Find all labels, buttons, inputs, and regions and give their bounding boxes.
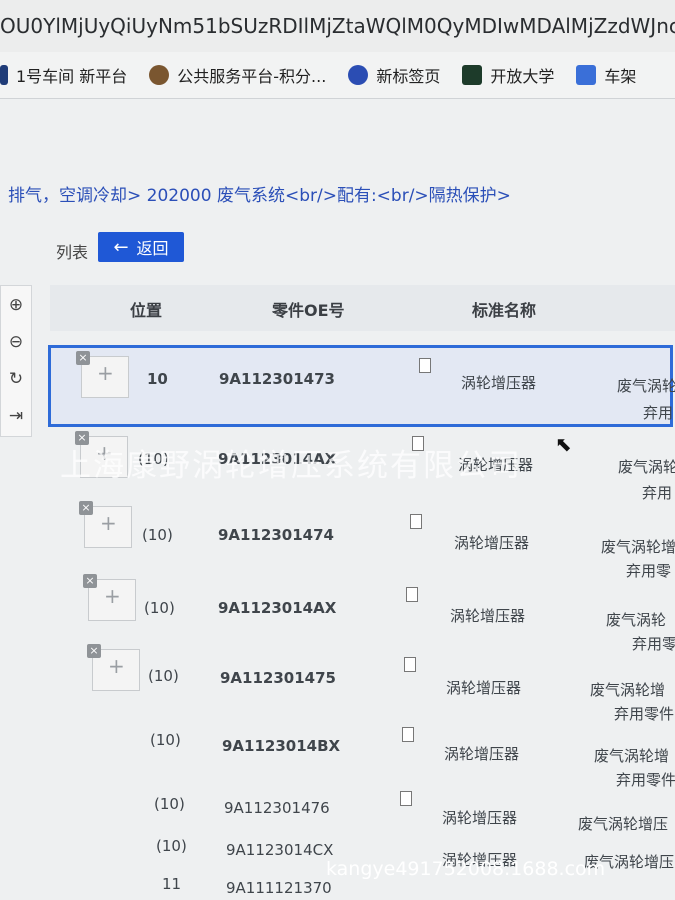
cell-name: 涡轮增压器: [446, 679, 522, 697]
cell-position: (10): [144, 599, 175, 617]
cell-extra2: 弃用: [642, 484, 673, 502]
cell-position: 10: [147, 370, 168, 388]
cell-oe[interactable]: 9A112301475: [220, 669, 336, 687]
expand-icon[interactable]: ⇥: [1, 397, 31, 434]
cell-extra: 废气涡轮: [606, 611, 667, 629]
document-icon[interactable]: [400, 791, 412, 806]
thumbnail-placeholder[interactable]: × +: [79, 501, 132, 548]
bookmark-2[interactable]: 公共服务平台-积分...: [149, 63, 326, 87]
close-icon[interactable]: ×: [76, 351, 90, 365]
breadcrumb[interactable]: 排气，空调冷却> 202000 废气系统<br/>配有:<br/>隔热保护>: [8, 181, 511, 206]
zoom-toolbar: ⊕ ⊖ ↻ ⇥: [0, 285, 32, 437]
address-bar[interactable]: OU0YlMjUyQiUyNm51bSUzRDIlMjZtaWQlM0QyMDI…: [0, 0, 675, 53]
bookmark-3[interactable]: 新标签页: [348, 63, 440, 87]
close-icon[interactable]: ×: [87, 644, 101, 658]
bookmark-icon: [0, 65, 8, 85]
table-row[interactable]: × + (10) 9A1123014AX 涡轮增压器 废气涡轮 弃用零: [50, 574, 675, 653]
table-row[interactable]: × + 10 9A112301473 涡轮增压器 废气涡轮 弃用: [48, 345, 675, 427]
document-icon[interactable]: [419, 358, 431, 373]
cell-name: 涡轮增压器: [461, 374, 537, 392]
cell-extra: 废气涡轮增压: [578, 815, 669, 833]
plus-icon: +: [104, 584, 121, 608]
cell-name: 涡轮增压器: [450, 607, 526, 625]
cell-extra: 废气涡轮增: [590, 681, 666, 699]
zoom-in-icon[interactable]: ⊕: [1, 286, 31, 323]
cell-position: (10): [148, 667, 179, 685]
gear-icon: [348, 65, 369, 85]
thumbnail-placeholder[interactable]: × +: [87, 644, 140, 691]
cell-extra: 废气涡轮: [618, 458, 675, 476]
cell-name: 涡轮增压器: [442, 809, 518, 827]
company-watermark: 上海康野涡轮增压系统有限公司: [60, 448, 522, 484]
cell-name: 涡轮增压器: [454, 534, 530, 552]
table-row[interactable]: × + (10) 9A112301474 涡轮增压器 废气涡轮增 弃用零: [50, 501, 675, 580]
table-row[interactable]: (10) 9A112301476 涡轮增压器 废气涡轮增压: [50, 787, 675, 833]
bookmarks-bar: 1号车间 新平台 公共服务平台-积分... 新标签页 开放大学 车架: [0, 52, 675, 99]
university-icon: [462, 65, 483, 85]
col-standard-name[interactable]: 标准名称: [472, 297, 536, 321]
cell-oe[interactable]: 9A111121370: [226, 879, 332, 897]
list-label: 列表: [56, 243, 89, 262]
cell-position: (10): [156, 837, 187, 855]
close-icon[interactable]: ×: [79, 501, 93, 515]
cell-position: 11: [162, 875, 182, 893]
col-position[interactable]: 位置: [130, 297, 162, 321]
cell-position: (10): [154, 795, 185, 813]
table-row[interactable]: × + (10) 9A112301475 涡轮增压器 废气涡轮增 弃用零件: [50, 644, 675, 723]
bookmark-5[interactable]: 车架: [576, 63, 636, 87]
table-header: 位置 零件OE号 标准名称: [50, 285, 675, 331]
document-icon[interactable]: [410, 514, 422, 529]
app-icon: [576, 65, 597, 85]
cell-oe[interactable]: 9A112301474: [218, 526, 334, 544]
back-label: 返回: [136, 239, 169, 258]
document-icon[interactable]: [404, 657, 416, 672]
document-icon[interactable]: [402, 727, 414, 742]
plus-icon: +: [100, 511, 117, 535]
zoom-out-icon[interactable]: ⊖: [1, 323, 31, 360]
page-content: 排气，空调冷却> 202000 废气系统<br/>配有:<br/>隔热保护> 列…: [0, 99, 675, 900]
arrow-left-icon: ←: [113, 236, 129, 258]
bookmark-1[interactable]: 1号车间 新平台: [0, 63, 127, 87]
thumbnail-placeholder[interactable]: × +: [83, 574, 136, 621]
back-button[interactable]: ← 返回: [98, 232, 184, 262]
col-oe-number[interactable]: 零件OE号: [272, 297, 345, 321]
cell-oe[interactable]: 9A1123014AX: [218, 599, 336, 617]
cell-extra2: 弃用: [643, 404, 674, 422]
site-watermark: kangye491752008.1688.com: [326, 858, 606, 880]
mouse-cursor-icon: ⬉: [555, 432, 572, 456]
plus-icon: +: [97, 361, 114, 385]
thumbnail-placeholder[interactable]: × +: [76, 351, 129, 398]
cell-oe[interactable]: 9A1123014CX: [226, 841, 333, 859]
cell-name: 涡轮增压器: [444, 745, 520, 763]
cell-oe[interactable]: 9A112301476: [224, 799, 330, 817]
plus-icon: +: [108, 654, 125, 678]
reset-icon[interactable]: ↻: [1, 360, 31, 397]
close-icon[interactable]: ×: [83, 574, 97, 588]
document-icon[interactable]: [406, 587, 418, 602]
bookmark-4[interactable]: 开放大学: [462, 63, 554, 87]
cell-extra: 废气涡轮: [617, 377, 675, 395]
cell-extra: 废气涡轮增: [601, 538, 675, 556]
cell-position: (10): [150, 731, 181, 749]
cell-oe[interactable]: 9A112301473: [219, 370, 335, 388]
url-text: OU0YlMjUyQiUyNm51bSUzRDIlMjZtaWQlM0QyMDI…: [0, 14, 675, 38]
service-icon: [149, 65, 170, 85]
table-row[interactable]: (10) 9A1123014BX 涡轮增压器 废气涡轮增 弃用零件: [50, 717, 675, 789]
cell-extra: 废气涡轮增: [594, 747, 670, 765]
cell-position: (10): [142, 526, 173, 544]
cell-oe[interactable]: 9A1123014BX: [222, 737, 340, 755]
